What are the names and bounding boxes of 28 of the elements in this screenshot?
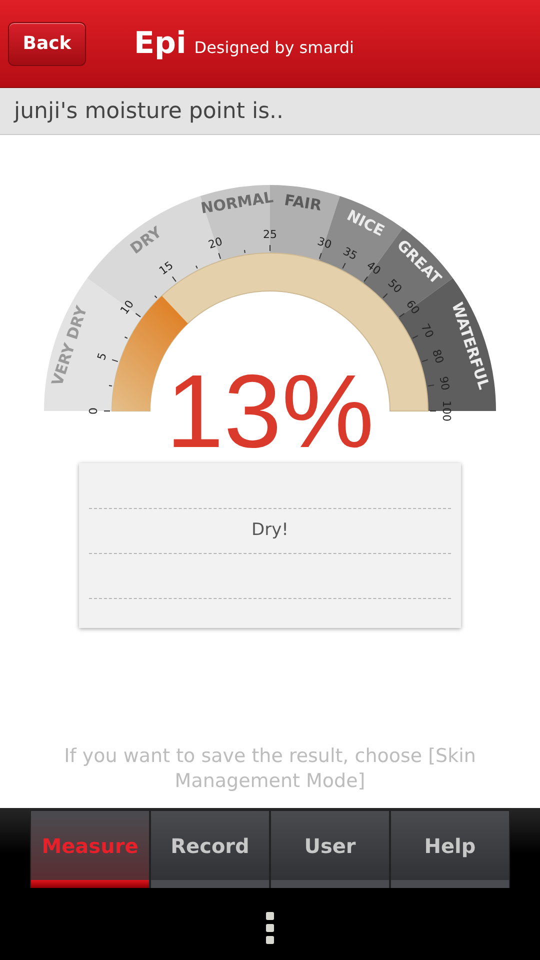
tick-label: 80 <box>430 348 446 366</box>
tick-label: 30 <box>316 234 334 252</box>
hint-text: If you want to save the result, choose [Skin Management Mode] <box>64 745 476 792</box>
result-text: Dry! <box>252 519 288 542</box>
prompt-text: junji's moisture point is.. <box>14 98 284 126</box>
tick-label: 25 <box>263 228 277 242</box>
tick-label: 100 <box>440 400 453 422</box>
app-title: Epi <box>134 25 186 63</box>
category-label: FAIR <box>283 190 323 214</box>
tick-label: 10 <box>118 298 137 317</box>
tick-label: 15 <box>156 258 176 278</box>
tick-label: 5 <box>94 351 110 362</box>
menu-icon[interactable] <box>266 912 274 946</box>
category-label: VERY DRY <box>48 304 91 388</box>
tick-label: 70 <box>418 322 436 340</box>
tick-label: 0 <box>87 408 100 414</box>
tick-label: 40 <box>364 258 384 278</box>
tick-label: 35 <box>340 244 360 263</box>
tick-label: 90 <box>436 375 452 392</box>
category-label: NORMAL <box>200 188 274 218</box>
tab-button[interactable]: User <box>270 810 390 888</box>
app-subtitle: Designed by smardi <box>194 37 354 59</box>
moisture-reading: 13% <box>166 354 374 455</box>
tab-button[interactable]: Record <box>150 810 270 888</box>
tab-button[interactable]: Help <box>390 810 510 888</box>
back-button[interactable]: Back <box>8 22 86 66</box>
tick-label: 60 <box>403 298 422 317</box>
tick-label: 20 <box>206 234 224 252</box>
